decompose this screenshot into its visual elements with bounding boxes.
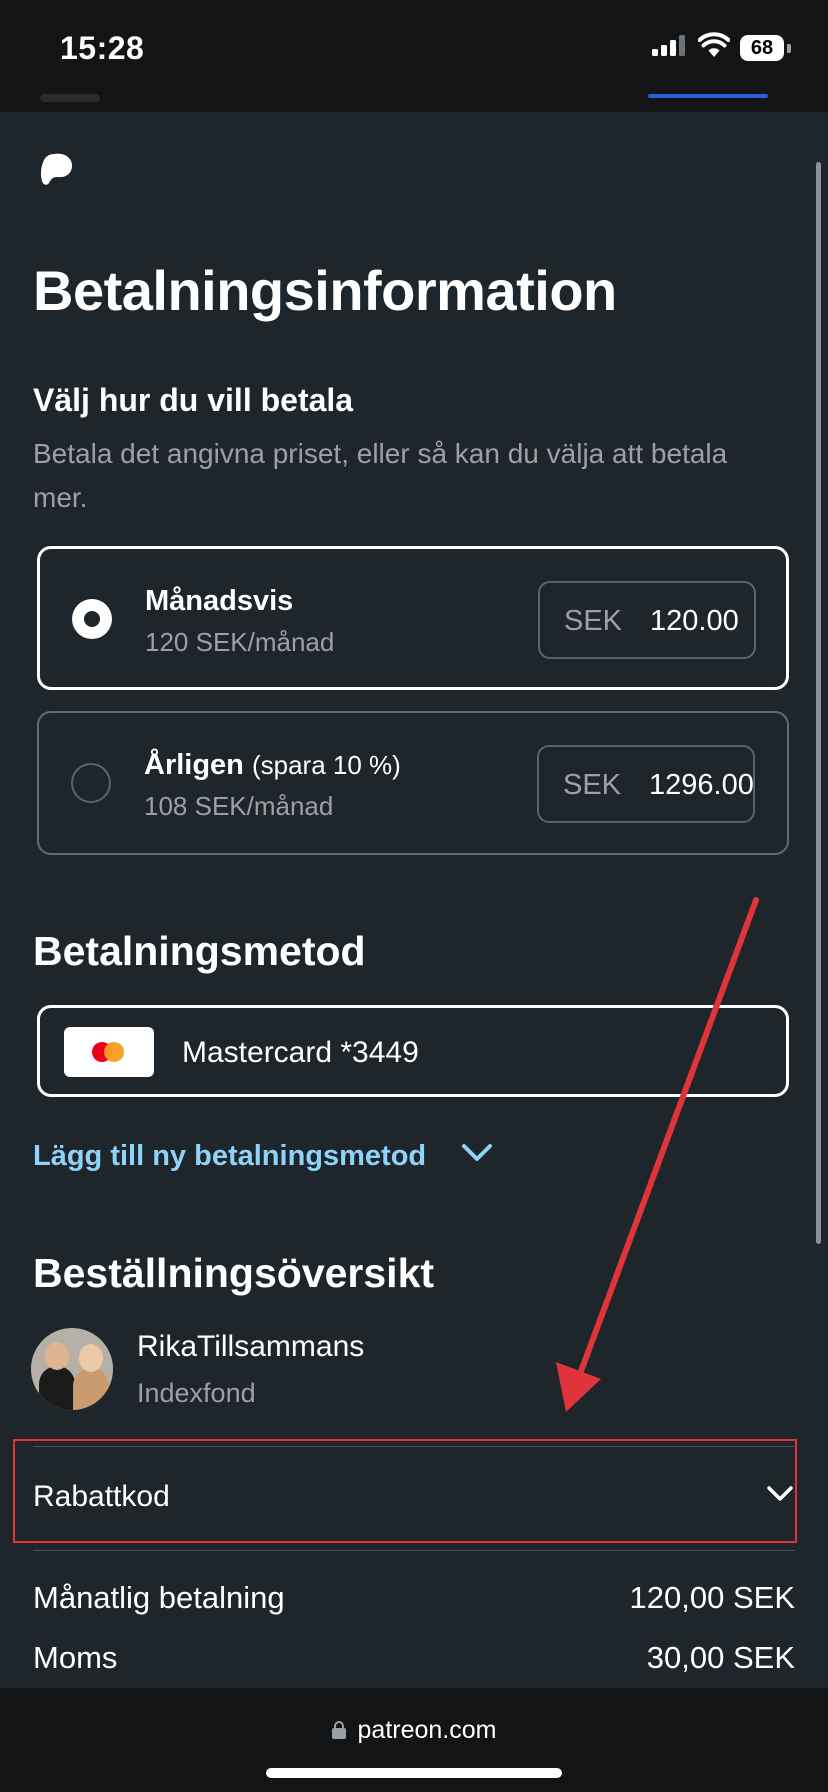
status-time: 15:28 — [60, 30, 145, 66]
wifi-icon — [698, 32, 730, 57]
checkout-sheet[interactable]: Betalningsinformation Välj hur du vill b… — [0, 112, 828, 1688]
browser-bottom-bar: patreon.com — [0, 1688, 828, 1792]
cellular-signal-icon — [652, 35, 685, 56]
annotation-arrow-icon — [556, 897, 759, 1412]
home-indicator[interactable] — [266, 1768, 562, 1778]
battery-level: 68 — [740, 35, 784, 61]
previous-page-strip — [0, 88, 828, 114]
address-bar[interactable]: patreon.com — [0, 1716, 828, 1745]
lock-icon — [331, 1721, 346, 1739]
url-text[interactable]: patreon.com — [358, 1716, 497, 1744]
